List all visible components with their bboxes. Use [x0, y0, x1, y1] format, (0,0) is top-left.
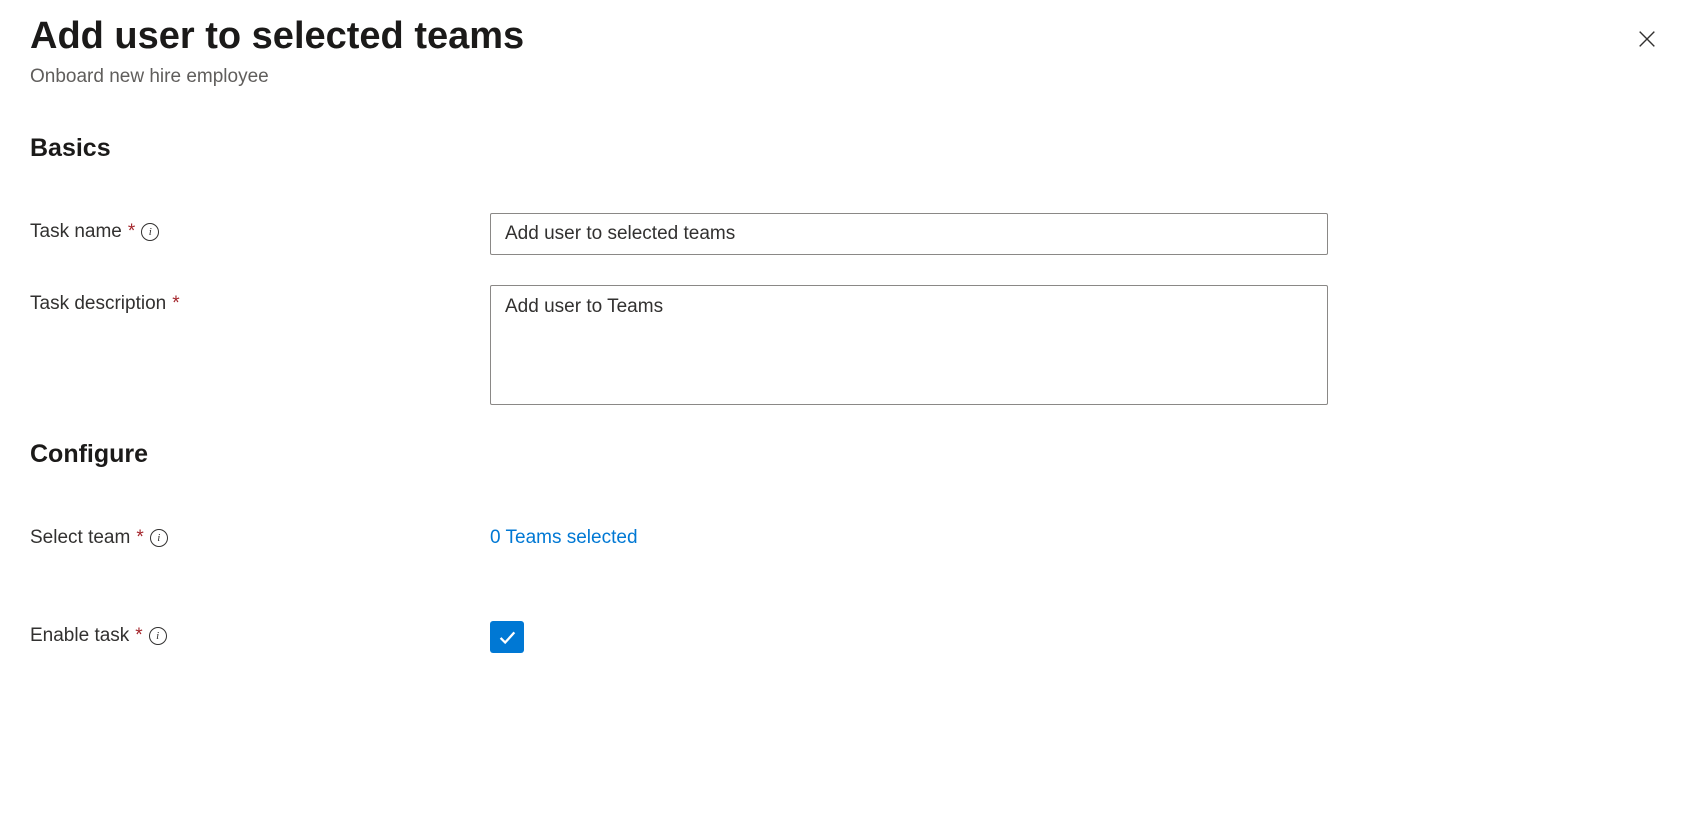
select-team-label: Select team: [30, 527, 130, 549]
enable-task-checkbox[interactable]: [490, 621, 524, 653]
info-icon[interactable]: i: [149, 627, 167, 645]
task-description-input[interactable]: [490, 285, 1328, 405]
task-name-label: Task name: [30, 221, 122, 243]
configure-heading: Configure: [30, 440, 1666, 469]
required-indicator: *: [136, 527, 143, 549]
page-title: Add user to selected teams: [30, 14, 1628, 60]
info-icon[interactable]: i: [150, 529, 168, 547]
task-description-label: Task description: [30, 293, 166, 315]
required-indicator: *: [135, 625, 142, 647]
required-indicator: *: [172, 293, 179, 315]
required-indicator: *: [128, 221, 135, 243]
select-team-link[interactable]: 0 Teams selected: [490, 519, 638, 549]
close-icon: [1636, 28, 1658, 50]
enable-task-label: Enable task: [30, 625, 129, 647]
page-subtitle: Onboard new hire employee: [30, 66, 1628, 88]
task-name-input[interactable]: [490, 213, 1328, 255]
close-button[interactable]: [1628, 20, 1666, 61]
basics-heading: Basics: [30, 134, 1666, 163]
checkmark-icon: [496, 626, 518, 648]
info-icon[interactable]: i: [141, 223, 159, 241]
